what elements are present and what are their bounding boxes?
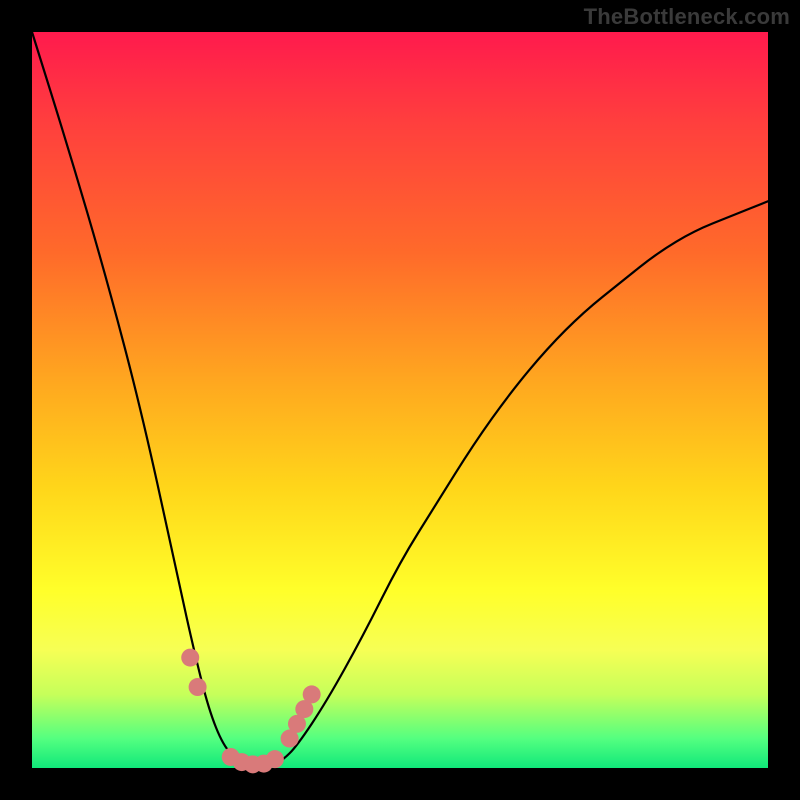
curve-marker: [189, 678, 207, 696]
plot-area: [32, 32, 768, 768]
curve-layer: [32, 32, 768, 768]
curve-marker: [266, 750, 284, 768]
curve-markers: [181, 649, 320, 774]
watermark-text: TheBottleneck.com: [584, 4, 790, 30]
bottleneck-curve: [32, 32, 768, 768]
curve-marker: [181, 649, 199, 667]
chart-frame: TheBottleneck.com: [0, 0, 800, 800]
curve-marker: [303, 685, 321, 703]
